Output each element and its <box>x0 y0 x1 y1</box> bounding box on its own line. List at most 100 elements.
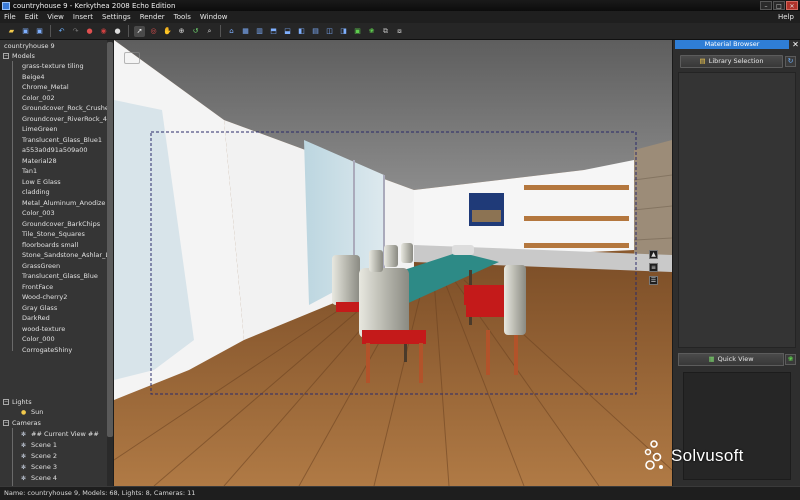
menu-file[interactable]: File <box>4 13 16 21</box>
tree-item-model[interactable]: wood-texture <box>22 324 65 334</box>
open-folder-icon[interactable]: ▰ <box>6 26 17 37</box>
tree-item-model[interactable]: Gray Glass <box>22 303 57 313</box>
clipping-icon[interactable]: ▤ <box>310 26 321 37</box>
front-view-icon[interactable]: ▥ <box>254 26 265 37</box>
tree-item-model[interactable]: Translucent_Glass_Blue <box>22 271 98 281</box>
material-list-area[interactable] <box>678 72 796 348</box>
zoom-icon[interactable]: ⊕ <box>176 26 187 37</box>
menu-insert[interactable]: Insert <box>73 13 93 21</box>
stop-icon[interactable]: ● <box>112 26 123 37</box>
undo-icon[interactable]: ↶ <box>56 26 67 37</box>
maximize-button[interactable]: □ <box>773 1 785 10</box>
orbit-icon[interactable]: ✋ <box>162 26 173 37</box>
viewport-layers-icon[interactable]: ≡ <box>649 263 658 272</box>
quick-view-button[interactable]: ▦ Quick View <box>678 353 784 366</box>
lock-icon[interactable]: ⧉ <box>380 26 391 37</box>
redo-icon[interactable]: ↷ <box>70 26 81 37</box>
menu-settings[interactable]: Settings <box>102 13 131 21</box>
quick-view-icon[interactable]: ◫ <box>324 26 335 37</box>
tree-item-model[interactable]: Tan1 <box>22 166 37 176</box>
menu-render[interactable]: Render <box>140 13 165 21</box>
close-window-button[interactable]: ✕ <box>786 1 798 10</box>
camera-icon[interactable]: ⌕ <box>204 26 215 37</box>
menu-tools[interactable]: Tools <box>174 13 191 21</box>
viewport-list-icon[interactable]: ☰ <box>649 276 658 285</box>
menu-window[interactable]: Window <box>200 13 228 21</box>
refresh-icon[interactable]: ↻ <box>785 56 796 67</box>
tree-item-model[interactable]: a553a0d91a509a00 <box>22 145 88 155</box>
tree-item-model[interactable]: Groundcover_RiverRock_4ir <box>22 114 111 124</box>
tree-item-camera[interactable]: ✻ Scene 4 <box>21 473 57 483</box>
tree-item-model[interactable]: Beige4 <box>22 72 45 82</box>
render-green-icon[interactable]: ▣ <box>352 26 363 37</box>
tree-item-model[interactable]: Material28 <box>22 156 57 166</box>
watermark: Solvusoft <box>641 437 744 475</box>
top-view-icon[interactable]: ⬓ <box>282 26 293 37</box>
collapse-icon[interactable]: − <box>3 399 9 405</box>
shelf <box>524 243 629 248</box>
tree-item-model[interactable]: cladding <box>22 187 50 197</box>
cube-icon[interactable]: ◨ <box>338 26 349 37</box>
tree-item-model[interactable]: Groundcover_Rock_Crushe <box>22 103 109 113</box>
close-icon[interactable]: ✕ <box>791 40 800 49</box>
tree-item-model[interactable]: DarkRed <box>22 313 50 323</box>
menu-view[interactable]: View <box>47 13 64 21</box>
tree-item-model[interactable]: Wood-cherry2 <box>22 292 67 302</box>
tree-scrollbar[interactable] <box>107 40 113 486</box>
tree-item-light[interactable]: ● Sun <box>21 407 43 417</box>
tree-group-lights[interactable]: − Lights <box>3 397 32 407</box>
shelf <box>524 185 629 190</box>
library-selection-button[interactable]: ▤ Library Selection <box>680 55 783 68</box>
side-view-icon[interactable]: ⬒ <box>268 26 279 37</box>
tree-item-model[interactable]: Tile_Stone_Squares <box>22 229 85 239</box>
tree-item-model[interactable]: CorrogateShiny <box>22 345 72 355</box>
tree-item-model[interactable]: floorboards small <box>22 240 78 250</box>
status-bar: Name: countryhouse 9, Models: 68, Lights… <box>0 486 800 500</box>
settings-icon[interactable]: ⧇ <box>394 26 405 37</box>
tree-item-model[interactable]: Color_003 <box>22 208 55 218</box>
perspective-icon[interactable]: ◧ <box>296 26 307 37</box>
tree-item-camera[interactable]: ✻ Scene 3 <box>21 462 57 472</box>
save-as-icon[interactable]: ▣ <box>34 26 45 37</box>
save-icon[interactable]: ▣ <box>20 26 31 37</box>
tree-item-model[interactable]: Color_000 <box>22 334 55 344</box>
collapse-icon[interactable]: − <box>3 53 9 59</box>
menu-help[interactable]: Help <box>778 13 794 21</box>
tree-item-model[interactable]: FrontFace <box>22 282 53 292</box>
tree-item-model[interactable]: Low E Glass <box>22 177 61 187</box>
box-view-icon[interactable]: ▦ <box>240 26 251 37</box>
select-icon[interactable]: ➚ <box>134 25 145 37</box>
camera-icon: ✻ <box>21 464 27 471</box>
tree-item-model[interactable]: Stone_Sandstone_Ashlar_Li <box>22 250 111 260</box>
tree-root[interactable]: countryhouse 9 <box>4 41 55 51</box>
tree-group-cameras[interactable]: − Cameras <box>3 418 41 428</box>
leaf-icon[interactable]: ❀ <box>366 26 377 37</box>
tree-item-model[interactable]: Color_002 <box>22 93 55 103</box>
tree-item-model[interactable]: Translucent_Glass_Blue1 <box>22 135 102 145</box>
tree-item-model[interactable]: grass-texture tiling <box>22 61 84 71</box>
home-icon[interactable]: ↺ <box>190 26 201 37</box>
tree-item-model[interactable]: Groundcover_BarkChips <box>22 219 100 229</box>
tree-item-model[interactable]: Metal_Aluminum_Anodize <box>22 198 105 208</box>
material-icon[interactable]: ● <box>84 26 95 37</box>
collapse-icon[interactable]: − <box>3 420 9 426</box>
tree-group-models[interactable]: − Models <box>3 51 35 61</box>
render-icon[interactable]: ◉ <box>98 26 109 37</box>
tree-item-camera[interactable]: ✻ Scene 2 <box>21 451 57 461</box>
library-selection-label: Library Selection <box>708 57 764 65</box>
tree-item-model[interactable]: LimeGreen <box>22 124 57 134</box>
quick-view-render-icon[interactable]: ❀ <box>785 354 796 365</box>
tree-item-model[interactable]: GrassGreen <box>22 261 60 271</box>
tree-item-camera[interactable]: ✻ Scene 1 <box>21 440 57 450</box>
quick-view-label: Quick View <box>717 355 754 363</box>
sun-icon[interactable]: ⌂ <box>226 26 237 37</box>
viewport-up-icon[interactable]: ▲ <box>649 250 658 259</box>
pan-icon[interactable]: ◎ <box>148 26 159 37</box>
tree-item-camera[interactable]: ✻ ## Current View ## <box>21 429 99 439</box>
tree-item-model[interactable]: Chrome_Metal <box>22 82 69 92</box>
tree-connector <box>12 428 13 486</box>
minimize-button[interactable]: – <box>760 1 772 10</box>
tree-scrollbar-thumb[interactable] <box>107 42 113 437</box>
3d-viewport[interactable]: ▲ ≡ ☰ <box>114 40 672 486</box>
menu-edit[interactable]: Edit <box>25 13 39 21</box>
